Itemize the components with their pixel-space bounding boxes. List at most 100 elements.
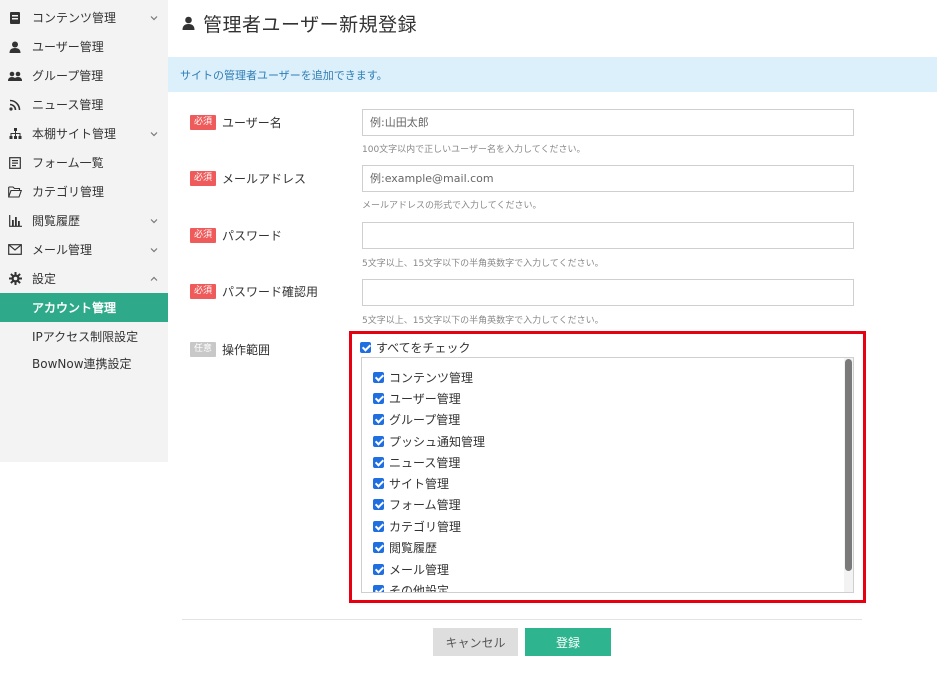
email-help: メールアドレスの形式で入力してください。	[362, 201, 542, 211]
sidebar-item-label: フォーム一覧	[32, 156, 104, 170]
sidebar-item-label: コンテンツ管理	[32, 11, 117, 25]
form-icon	[8, 156, 22, 170]
sidebar-item-label: 本棚サイト管理	[32, 127, 117, 141]
sidebar-subitem-label: IPアクセス制限設定	[32, 330, 139, 344]
sidebar-item-users[interactable]: ユーザー管理	[0, 32, 168, 61]
sidebar-item-settings[interactable]: 設定	[0, 264, 168, 293]
chart-icon	[8, 214, 22, 228]
checkbox-checked-icon	[373, 413, 384, 425]
permission-list[interactable]: コンテンツ管理 ユーザー管理 グループ管理 プッシュ通知管理 ニュース管理 サイ…	[361, 357, 854, 593]
register-button[interactable]: 登録	[525, 628, 611, 656]
sidebar-item-label: メール管理	[32, 243, 93, 257]
checkbox-checked-icon	[373, 498, 384, 510]
page-title-text: 管理者ユーザー新規登録	[203, 13, 418, 36]
password-confirm-label-text: パスワード確認用	[222, 284, 319, 299]
mail-icon	[8, 243, 22, 257]
sidebar-subitem-account[interactable]: アカウント管理	[0, 293, 168, 322]
permission-item[interactable]: コンテンツ管理	[373, 368, 473, 386]
sidebar-subitem-ip-restriction[interactable]: IPアクセス制限設定	[0, 322, 168, 351]
chevron-down-icon	[150, 218, 158, 223]
checkbox-checked-icon	[373, 541, 384, 553]
checkbox-checked-icon	[373, 584, 384, 592]
sidebar: コンテンツ管理 ユーザー管理 グループ管理 ニュース管理 本棚サイト管理 フォー…	[0, 0, 168, 462]
sidebar-item-groups[interactable]: グループ管理	[0, 61, 168, 90]
username-input[interactable]	[362, 109, 854, 136]
scope-label: 任意 操作範囲	[190, 340, 270, 358]
required-badge: 必須	[190, 114, 217, 130]
permission-label: プッシュ通知管理	[389, 434, 486, 449]
permission-item[interactable]: グループ管理	[373, 410, 460, 428]
scrollbar-thumb[interactable]	[845, 359, 852, 571]
gear-icon	[8, 272, 22, 286]
chevron-down-icon	[150, 15, 158, 20]
check-all-label: すべてをチェック	[376, 341, 471, 355]
permission-item[interactable]: サイト管理	[373, 474, 449, 492]
rss-icon	[8, 98, 22, 112]
permission-item[interactable]: カテゴリ管理	[373, 517, 461, 535]
footer-divider	[182, 619, 862, 620]
permission-item[interactable]: その他設定	[373, 581, 450, 593]
sidebar-item-categories[interactable]: カテゴリ管理	[0, 177, 168, 206]
chevron-down-icon	[150, 247, 158, 252]
page-title: 管理者ユーザー新規登録	[182, 10, 417, 36]
email-input[interactable]	[362, 165, 854, 192]
permission-item[interactable]: メール管理	[373, 560, 449, 578]
sidebar-item-bookshelf[interactable]: 本棚サイト管理	[0, 119, 168, 148]
required-badge: 必須	[190, 283, 217, 299]
checkbox-checked-icon	[373, 456, 384, 468]
required-badge: 必須	[190, 170, 217, 186]
chevron-down-icon	[150, 131, 158, 136]
check-all-checkbox[interactable]: すべてをチェック	[360, 339, 470, 356]
checkbox-checked-icon	[373, 477, 384, 489]
password-confirm-help: 5文字以上、15文字以下の半角英数字で入力してください。	[362, 316, 604, 326]
user-icon	[182, 16, 195, 30]
permission-item[interactable]: プッシュ通知管理	[373, 432, 485, 450]
cancel-button[interactable]: キャンセル	[433, 628, 518, 656]
password-label-text: パスワード	[222, 228, 283, 243]
checkbox-checked-icon	[373, 520, 384, 532]
permission-label: ユーザー管理	[389, 391, 461, 406]
info-banner: サイトの管理者ユーザーを追加できます。	[168, 57, 937, 92]
sidebar-item-history[interactable]: 閲覧履歴	[0, 206, 168, 235]
permission-item[interactable]: ニュース管理	[373, 453, 460, 471]
sidebar-item-news[interactable]: ニュース管理	[0, 90, 168, 119]
permission-item[interactable]: フォーム管理	[373, 495, 461, 513]
sidebar-item-label: 閲覧履歴	[32, 214, 81, 228]
sidebar-item-forms[interactable]: フォーム一覧	[0, 148, 168, 177]
password-label: 必須 パスワード	[190, 226, 282, 244]
sidebar-subitem-label: アカウント管理	[32, 301, 117, 315]
permission-label: コンテンツ管理	[389, 370, 474, 385]
permission-label: メール管理	[389, 562, 450, 577]
permission-item[interactable]: 閲覧履歴	[373, 538, 437, 556]
username-label: 必須 ユーザー名	[190, 113, 282, 131]
permission-label: サイト管理	[389, 476, 450, 491]
email-label-text: メールアドレス	[222, 171, 307, 186]
sitemap-icon	[8, 127, 22, 141]
chevron-up-icon	[150, 276, 158, 281]
sidebar-subitem-label: BowNow連携設定	[32, 357, 132, 371]
username-label-text: ユーザー名	[222, 115, 282, 130]
email-label: 必須 メールアドレス	[190, 169, 306, 187]
password-confirm-label: 必須 パスワード確認用	[190, 282, 318, 300]
required-badge: 必須	[190, 227, 217, 243]
permission-label: 閲覧履歴	[389, 540, 438, 555]
checkbox-checked-icon	[373, 392, 384, 404]
password-input[interactable]	[362, 222, 854, 249]
optional-badge: 任意	[190, 341, 217, 357]
sidebar-item-content[interactable]: コンテンツ管理	[0, 3, 168, 32]
user-icon	[8, 40, 22, 54]
checkbox-checked-icon	[360, 342, 371, 353]
permission-label: その他設定	[389, 583, 450, 593]
sidebar-item-label: グループ管理	[32, 69, 104, 83]
password-confirm-input[interactable]	[362, 279, 854, 306]
sidebar-item-label: 設定	[32, 272, 57, 286]
password-help: 5文字以上、15文字以下の半角英数字で入力してください。	[362, 259, 604, 269]
sidebar-item-mail[interactable]: メール管理	[0, 235, 168, 264]
permission-item[interactable]: ユーザー管理	[373, 389, 461, 407]
permission-label: ニュース管理	[389, 455, 461, 470]
sidebar-subitem-bownow[interactable]: BowNow連携設定	[0, 349, 168, 378]
group-icon	[8, 69, 22, 83]
info-text: サイトの管理者ユーザーを追加できます。	[180, 68, 388, 82]
scope-label-text: 操作範囲	[222, 342, 271, 357]
checkbox-checked-icon	[373, 435, 384, 447]
